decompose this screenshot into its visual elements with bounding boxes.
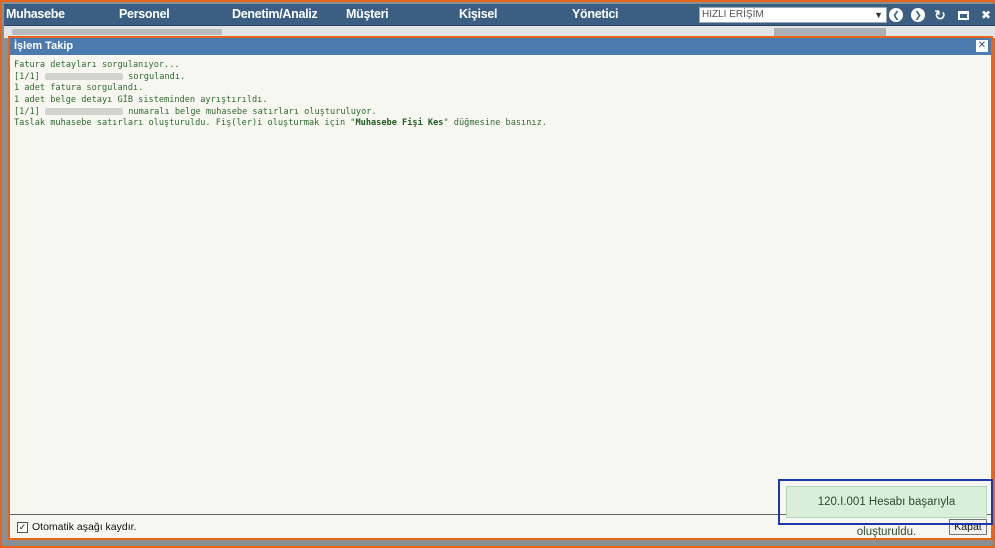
success-toast: 120.I.001 Hesabı başarıyla oluşturuldu. — [786, 486, 987, 538]
dialog-title-text: İşlem Takip — [14, 40, 74, 52]
menu-item-muhasebe[interactable]: Muhasebe — [6, 7, 65, 21]
menu-item-denetim-analiz[interactable]: Denetim/Analiz — [232, 7, 318, 21]
menu-item-kisisel[interactable]: Kişisel — [459, 7, 498, 21]
log-output: Fatura detayları sorgulanıyor... [1/1] s… — [12, 60, 989, 516]
chevron-left-icon[interactable]: ❮ — [889, 8, 903, 22]
chevron-down-icon: ▼ — [874, 10, 883, 20]
close-icon[interactable]: ✖ — [979, 8, 993, 22]
chevron-right-icon[interactable]: ❯ — [911, 8, 925, 22]
app-window: Muhasebe Personel Denetim/Analiz Müşteri… — [0, 0, 995, 548]
log-line: Taslak muhasebe satırları oluşturuldu. F… — [14, 118, 547, 129]
checkmark-icon[interactable]: ✓ — [17, 521, 28, 533]
menu-item-yonetici[interactable]: Yönetici — [572, 7, 619, 21]
log-line: Fatura detayları sorgulanıyor... — [14, 60, 180, 70]
blurred-text — [12, 29, 222, 35]
maximize-icon[interactable] — [956, 8, 970, 22]
log-line: [1/1] sorgulandı. — [14, 71, 186, 82]
log-line: 1 adet fatura sorgulandı. — [14, 83, 144, 94]
dialog-title: İşlem Takip ✕ — [10, 38, 991, 55]
auto-scroll-label: Otomatik aşağı kaydır. — [32, 521, 137, 533]
refresh-icon[interactable]: ↻ — [933, 7, 947, 23]
auto-scroll-checkbox[interactable]: ✓ Otomatik aşağı kaydır. — [17, 521, 136, 533]
menu-item-musteri[interactable]: Müşteri — [346, 7, 389, 21]
log-line: [1/1] numaralı belge muhasebe satırları … — [14, 106, 377, 117]
toast-highlight: 120.I.001 Hesabı başarıyla oluşturuldu. — [778, 479, 993, 538]
main-menu-bar: Muhasebe Personel Denetim/Analiz Müşteri… — [4, 4, 995, 26]
menu-item-personel[interactable]: Personel — [119, 7, 170, 21]
log-line: 1 adet belge detayı GİB sisteminden ayrı… — [14, 95, 268, 106]
dialog-close-icon[interactable]: ✕ — [976, 40, 988, 52]
blurred-tab — [774, 28, 886, 36]
quick-access-select[interactable]: HIZLI ERİŞİM ▼ — [699, 7, 887, 23]
redacted-text — [45, 72, 124, 80]
redacted-text — [45, 107, 124, 115]
process-tracking-dialog: İşlem Takip ✕ Fatura detayları sorgulanı… — [8, 36, 993, 540]
quick-access-placeholder: HIZLI ERİŞİM — [702, 9, 764, 20]
